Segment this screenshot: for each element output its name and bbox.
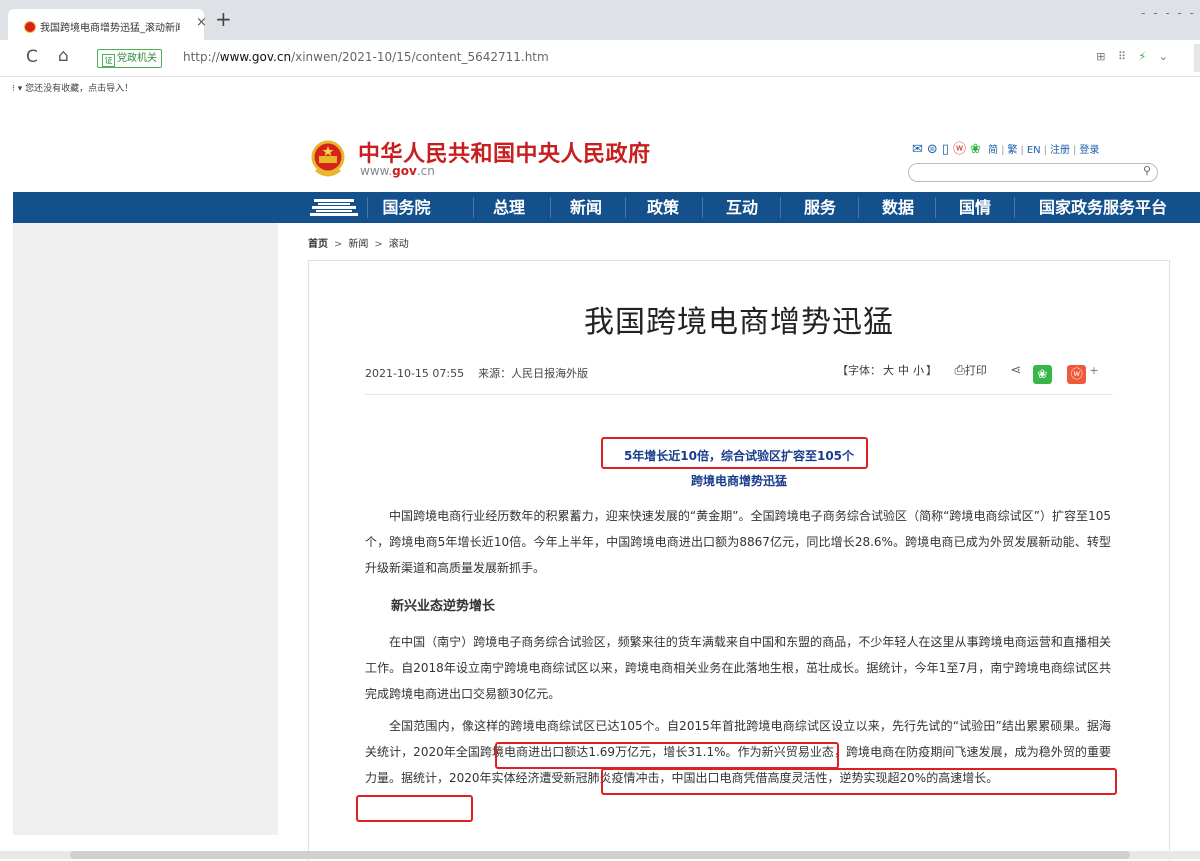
address-bar-actions: ⊞ ⠿ ⚡ ⌄ [1087, 50, 1168, 63]
highlight-box [356, 795, 473, 822]
nav-item-policy[interactable]: 政策 [626, 192, 700, 223]
breadcrumb: 首页 > 新闻 > 滚动 [308, 235, 409, 250]
web-page: 中华人民共和国中央人民政府 www.gov.cn ✉ ⊜ ▯ ⓦ ❀ 简 | 繁 | EN | 注册… [0, 100, 1200, 861]
toolbar-edge [1194, 44, 1200, 72]
font-size-selector: 【字体：大中小】 [837, 364, 937, 377]
section-heading: 新兴业态逆势增长 [391, 599, 496, 614]
font-size-large[interactable]: 大 [883, 364, 894, 377]
nav-item-data[interactable]: 数据 [859, 192, 937, 223]
domain-suffix: .cn [416, 164, 435, 178]
print-button[interactable]: ⎙打印 [954, 363, 987, 378]
article-meta-left: 2021-10-15 07:55 来源：人民日报海外版 [365, 365, 588, 381]
tab-close-icon[interactable]: × [196, 15, 207, 30]
url-host: www.gov.cn [219, 50, 292, 64]
article-subtitle: 跨境电商增势迅猛 [690, 474, 787, 488]
scrollbar-thumb[interactable] [70, 851, 1130, 859]
address-bar-row: C ⌂ 证党政机关 http://www.gov.cn/xinwen/2021-… [0, 40, 1200, 77]
nav-item-services[interactable]: 服务 [781, 192, 859, 223]
link-separator: | [1043, 145, 1048, 156]
font-size-suffix: 】 [926, 364, 937, 377]
breadcrumb-separator: > [334, 239, 343, 250]
tiananmen-icon[interactable] [310, 197, 358, 218]
left-margin-panel [13, 220, 278, 835]
nav-item-state-council[interactable]: 国务院 [368, 192, 445, 223]
site-domain: www.gov.cn [360, 164, 435, 178]
domain-prefix: www. [360, 164, 393, 178]
bookmarks-bar: ⁝ ▾ 您还没有收藏，点击导入！ [0, 77, 1200, 99]
certified-icon: 证 [102, 54, 115, 67]
source-label: 来源： [478, 367, 512, 380]
wechat-icon[interactable]: ❀ [970, 142, 981, 157]
article-title: 我国跨境电商增势迅猛 [584, 305, 894, 340]
highlight-box [601, 437, 868, 469]
reload-icon[interactable]: C [26, 47, 38, 67]
url-scheme: http:// [183, 50, 220, 64]
grid-icon[interactable]: ⊞ [1096, 50, 1105, 63]
chevron-down-icon[interactable]: ⌄ [1159, 50, 1168, 63]
url-input[interactable]: http://www.gov.cn/xinwen/2021-10/15/cont… [183, 50, 549, 64]
print-label: 打印 [964, 364, 987, 377]
article-paragraph-2: 在中国（南宁）跨境电子商务综合试验区，频繁来往的货车满载来自中国和东盟的商品，不… [365, 635, 1111, 701]
more-share-button[interactable]: + [1089, 364, 1098, 377]
browser-tab-bar: 我国跨境电商增势迅猛_滚动新闻 × + - - - - - [0, 0, 1200, 40]
new-tab-button[interactable]: + [215, 9, 232, 29]
nav-item-interaction[interactable]: 互动 [703, 192, 781, 223]
url-path: /xinwen/2021-10/15/content_5642711.htm [291, 50, 549, 64]
nav-item-premier[interactable]: 总理 [474, 192, 544, 223]
link-login[interactable]: 登录 [1079, 145, 1099, 156]
nav-item-gov-service-platform[interactable]: 国家政务服务平台 [1015, 192, 1191, 223]
link-traditional[interactable]: 繁 [1007, 145, 1017, 156]
main-nav: 国务院 总理 新闻 政策 互动 服务 数据 国情 国家政务服务平台 [13, 192, 1200, 223]
national-emblem-icon [311, 140, 345, 177]
mail-icon[interactable]: ✉ [912, 142, 923, 157]
print-icon: ⎙ [954, 363, 965, 378]
font-size-prefix: 【字体： [837, 364, 881, 377]
home-icon[interactable]: ⌂ [58, 46, 69, 66]
link-english[interactable]: EN [1027, 145, 1041, 156]
rss-icon[interactable]: ⊜ [927, 142, 938, 157]
tab-title: 我国跨境电商增势迅猛_滚动新闻 [40, 23, 180, 34]
cert-badge[interactable]: 证党政机关 [97, 49, 162, 68]
gov-favicon-icon [24, 21, 36, 33]
highlight-box [601, 768, 1117, 795]
link-separator: | [1001, 145, 1005, 156]
share-icon[interactable]: ⋖ [1010, 363, 1021, 378]
article-tools: 【字体：大中小】 ⎙打印 ⋖ ❀ ⓦ + [837, 362, 1099, 384]
breadcrumb-news[interactable]: 新闻 [348, 239, 368, 250]
bookmarks-import-link[interactable]: ⁝ ▾ 您还没有收藏，点击导入！ [12, 81, 133, 94]
site-search-input[interactable]: ⚲ [908, 163, 1158, 182]
mobile-icon[interactable]: ▯ [942, 142, 949, 157]
article-source: 人民日报海外版 [511, 367, 589, 380]
font-size-small[interactable]: 小 [913, 364, 924, 377]
highlight-box [495, 742, 839, 769]
nav-item-news[interactable]: 新闻 [551, 192, 621, 223]
nav-item-national-info[interactable]: 国情 [936, 192, 1014, 223]
header-links: ✉ ⊜ ▯ ⓦ ❀ 简 | 繁 | EN | 注册 | 登录 [912, 138, 1099, 157]
link-register[interactable]: 注册 [1050, 145, 1070, 156]
article-datetime: 2021-10-15 07:55 [365, 367, 465, 380]
link-separator: | [1073, 145, 1077, 156]
meta-divider [365, 394, 1113, 395]
bolt-icon[interactable]: ⚡ [1139, 50, 1147, 63]
window-hint: - - - - - [1141, 6, 1196, 20]
breadcrumb-separator: > [374, 239, 383, 250]
domain-gov: gov [392, 164, 417, 178]
search-icon[interactable]: ⚲ [1143, 164, 1151, 177]
breadcrumb-home[interactable]: 首页 [308, 239, 328, 250]
article-paragraph-1: 中国跨境电商行业经历数年的积累蓄力，迎来快速发展的“黄金期”。全国跨境电子商务综… [365, 509, 1111, 575]
weibo-icon[interactable]: ⓦ [953, 138, 966, 157]
browser-tab-active[interactable]: 我国跨境电商增势迅猛_滚动新闻 × [8, 9, 207, 40]
cert-label: 党政机关 [117, 53, 157, 64]
apps-icon[interactable]: ⠿ [1118, 50, 1126, 63]
font-size-medium[interactable]: 中 [898, 364, 909, 377]
link-separator: | [1020, 145, 1024, 156]
article-container: 我国跨境电商增势迅猛 2021-10-15 07:55 来源：人民日报海外版 【字… [308, 260, 1170, 861]
breadcrumb-rolling[interactable]: 滚动 [389, 239, 409, 250]
link-simplified[interactable]: 简 [988, 145, 998, 156]
wechat-share-icon[interactable]: ❀ [1032, 365, 1052, 384]
weibo-share-icon[interactable]: ⓦ [1067, 365, 1087, 384]
